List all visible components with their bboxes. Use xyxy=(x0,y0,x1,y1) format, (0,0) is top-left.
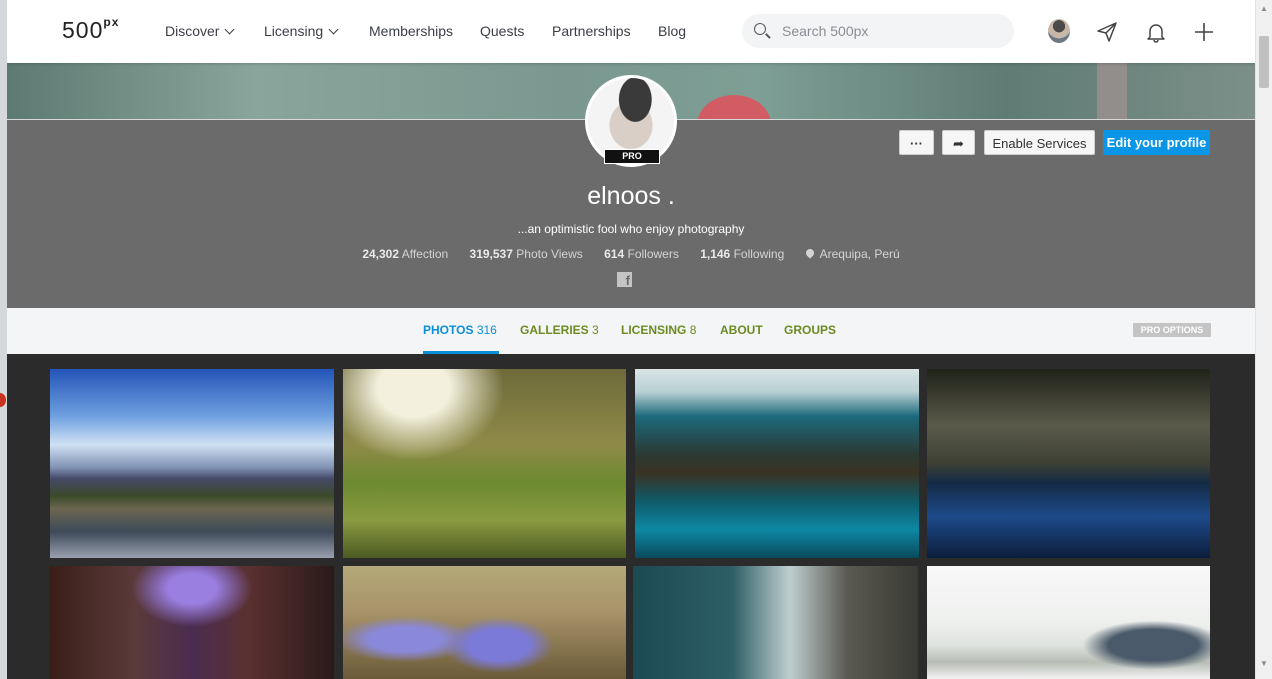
tab-groups[interactable]: GROUPS xyxy=(784,323,836,337)
profile-name: elnoos . xyxy=(587,182,675,210)
facebook-icon[interactable]: f xyxy=(617,272,632,287)
tab-about[interactable]: ABOUT xyxy=(720,323,763,337)
vertical-scrollbar[interactable]: ▲ ▼ xyxy=(1255,0,1272,679)
edit-profile-button[interactable]: Edit your profile xyxy=(1103,130,1210,155)
nav-discover[interactable]: Discover xyxy=(165,23,235,39)
nav-licensing[interactable]: Licensing xyxy=(264,23,339,39)
profile-stats: 24,302 Affection 319,537 Photo Views 614… xyxy=(7,247,1255,261)
photo-thumbnail[interactable] xyxy=(343,369,626,558)
stat-affection: 24,302 Affection xyxy=(362,247,449,261)
user-avatar[interactable] xyxy=(1048,19,1070,43)
pro-options-button[interactable]: PRO OPTIONS xyxy=(1133,323,1211,337)
photo-thumbnail[interactable] xyxy=(927,566,1210,679)
more-options-button[interactable]: ··· xyxy=(899,130,934,155)
share-button[interactable]: ➦ xyxy=(942,130,975,155)
photo-thumbnail[interactable] xyxy=(633,566,918,679)
chevron-down-icon xyxy=(328,24,339,35)
plus-icon[interactable] xyxy=(1192,20,1216,44)
search-icon xyxy=(754,23,766,35)
scroll-down-arrow[interactable]: ▼ xyxy=(1256,655,1272,672)
stat-followers[interactable]: 614 Followers xyxy=(604,247,679,261)
left-window-edge xyxy=(0,0,7,679)
nav-quests[interactable]: Quests xyxy=(480,23,524,39)
photo-thumbnail[interactable] xyxy=(927,369,1210,558)
profile-bio: ...an optimistic fool who enjoy photogra… xyxy=(517,222,745,236)
paper-plane-icon[interactable] xyxy=(1095,20,1119,44)
tab-licensing[interactable]: LICENSING 8 xyxy=(621,323,696,337)
profile-tabs: PHOTOS 316 GALLERIES 3 LICENSING 8 ABOUT… xyxy=(7,308,1255,354)
enable-services-button[interactable]: Enable Services xyxy=(984,130,1095,155)
location-pin-icon xyxy=(803,247,816,259)
tab-photos[interactable]: PHOTOS 316 xyxy=(423,323,497,337)
scrollbar-thumb[interactable] xyxy=(1259,36,1269,88)
chevron-down-icon xyxy=(225,24,235,35)
photo-thumbnail[interactable] xyxy=(343,566,626,679)
nav-memberships[interactable]: Memberships xyxy=(369,23,453,39)
stat-location: Arequipa, Perú xyxy=(803,247,900,261)
nav-partnerships[interactable]: Partnerships xyxy=(552,23,631,39)
bell-icon[interactable] xyxy=(1144,20,1168,44)
stat-following[interactable]: 1,146 Following xyxy=(700,247,784,261)
search-input[interactable] xyxy=(782,14,1002,48)
profile-page: 500px Discover Licensing Memberships Que… xyxy=(7,0,1255,679)
tab-galleries[interactable]: GALLERIES 3 xyxy=(520,323,599,337)
photo-thumbnail[interactable] xyxy=(635,369,919,558)
photo-thumbnail[interactable] xyxy=(50,566,334,679)
photo-thumbnail[interactable] xyxy=(50,369,334,558)
pro-badge: PRO xyxy=(604,149,660,164)
scroll-up-arrow[interactable]: ▲ xyxy=(1256,0,1272,17)
top-navigation: 500px Discover Licensing Memberships Que… xyxy=(7,0,1255,63)
active-tab-indicator xyxy=(423,351,499,354)
nav-blog[interactable]: Blog xyxy=(658,23,686,39)
cover-light-streak xyxy=(1097,63,1127,120)
stat-photo-views: 319,537 Photo Views xyxy=(469,247,583,261)
logo[interactable]: 500px xyxy=(62,15,119,44)
search-bar xyxy=(742,14,1014,48)
cover-light-spot xyxy=(697,95,771,120)
